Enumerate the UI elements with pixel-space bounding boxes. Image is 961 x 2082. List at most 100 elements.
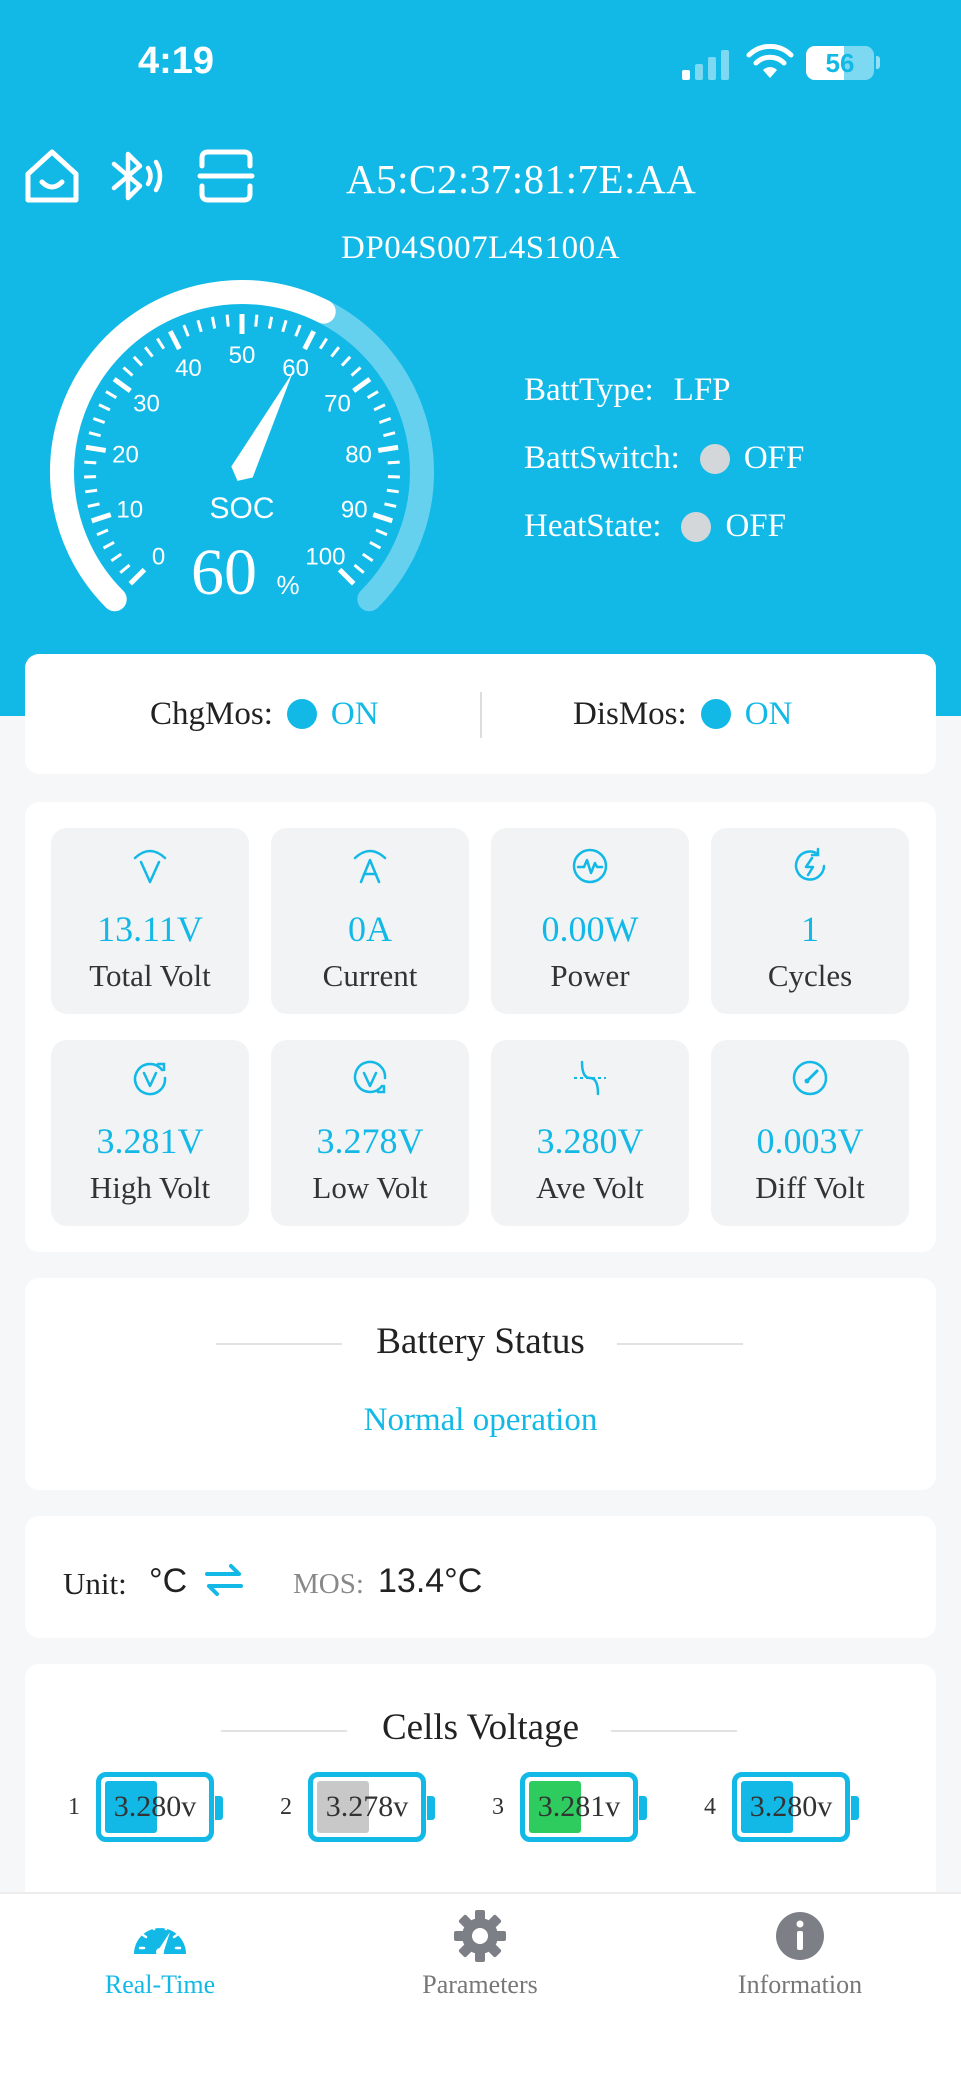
scan-icon[interactable] xyxy=(196,146,256,206)
gauge-tick xyxy=(110,552,123,563)
gauge-tick-label: 60 xyxy=(282,355,309,382)
mos-temp-label: MOS: xyxy=(293,1568,364,1600)
cell-3: 3 3.281v xyxy=(492,1772,692,1844)
metric-value: 0.003V xyxy=(756,1121,864,1161)
temperature-card: Unit: °C MOS: 13.4°C xyxy=(25,1516,936,1638)
gauge-tick-label: 70 xyxy=(324,391,351,418)
diff-volt-icon xyxy=(792,1060,828,1096)
gauge-tick xyxy=(302,330,316,351)
heat-state-indicator xyxy=(681,511,712,542)
device-model: DP04S007L4S100A xyxy=(341,230,620,266)
gauge-tick xyxy=(85,488,98,494)
dis-mos-indicator xyxy=(700,699,731,729)
metrics-card: 13.11V Total Volt 0A Current 0.00W Power… xyxy=(25,802,936,1252)
wifi-icon xyxy=(746,44,794,78)
gauge-tick xyxy=(98,403,111,412)
metric-total-volt: 13.11V Total Volt xyxy=(51,828,249,1014)
gauge-tick xyxy=(105,390,118,399)
gauge-tick xyxy=(96,528,109,537)
metric-label: Ave Volt xyxy=(536,1170,644,1205)
gauge-tick xyxy=(281,319,288,333)
tab-information[interactable]: Information xyxy=(640,1894,960,2014)
cell-4: 4 3.280v xyxy=(704,1772,904,1844)
soc-needle xyxy=(231,372,293,481)
tab-label: Real-Time xyxy=(104,1970,216,1999)
gauge-tick-label: 30 xyxy=(133,391,160,418)
header: 4:19 56 A5:C2:37:81:7E:AA DP04S007L4S100… xyxy=(0,0,961,716)
gauge-tick xyxy=(372,512,394,524)
chg-mos-label: ChgMos: xyxy=(150,695,273,732)
unit-value: °C xyxy=(149,1562,188,1600)
tab-label: Parameters xyxy=(422,1970,538,1999)
home-icon[interactable] xyxy=(22,146,82,206)
metric-value: 3.278V xyxy=(316,1121,424,1161)
gauge-tick xyxy=(182,324,190,337)
gauge-tick-label: 80 xyxy=(345,442,372,469)
cells-voltage-title: Cells Voltage xyxy=(382,1707,579,1748)
metric-value: 3.281V xyxy=(96,1121,204,1161)
cell-index: 3 xyxy=(492,1794,504,1820)
metric-label: Low Volt xyxy=(312,1170,428,1205)
tab-bar: Real-Time Parameters Information xyxy=(0,1892,961,2082)
signal-icon xyxy=(682,48,730,80)
gauge-tick xyxy=(132,355,144,367)
cell-voltage: 3.278v xyxy=(325,1790,409,1823)
mos-temp-value: 13.4°C xyxy=(378,1562,483,1600)
gauge-tick xyxy=(112,377,132,393)
gauge-tick xyxy=(366,390,379,399)
high-volt-icon xyxy=(133,1062,167,1096)
batt-switch-indicator xyxy=(699,443,730,474)
battery-status-title: Battery Status xyxy=(376,1321,585,1362)
batt-type-label: BattType: xyxy=(524,372,654,408)
dis-mos-label: DisMos: xyxy=(573,695,687,732)
tab-parameters[interactable]: Parameters xyxy=(320,1894,640,2014)
power-icon xyxy=(572,848,608,884)
gauge-tick-label: 50 xyxy=(229,342,256,369)
status-time: 4:19 xyxy=(138,40,215,82)
gauge-tick xyxy=(383,431,396,438)
metric-label: Cycles xyxy=(767,958,853,993)
metric-label: Diff Volt xyxy=(755,1170,865,1205)
gauge-tick xyxy=(369,541,382,550)
metric-value: 0.00W xyxy=(541,909,639,949)
tab-real-time[interactable]: Real-Time xyxy=(0,1894,320,2014)
gauge-tick xyxy=(85,444,107,453)
gauge-tick-label: 10 xyxy=(116,496,143,523)
gauge-tick xyxy=(340,355,352,367)
cell-2: 2 3.278v xyxy=(280,1772,480,1844)
cell-voltage: 3.280v xyxy=(749,1790,833,1823)
gauge-tick-label: 0 xyxy=(152,543,165,570)
soc-unit: % xyxy=(276,570,299,600)
gauge-tick xyxy=(168,330,182,351)
heat-state-value: OFF xyxy=(725,508,786,544)
metric-current: 0A Current xyxy=(271,828,469,1014)
bluetooth-icon[interactable] xyxy=(106,146,166,206)
metric-value: 13.11V xyxy=(97,909,203,949)
metric-cycles: 1 Cycles xyxy=(711,828,909,1014)
battery-status-text: Normal operation xyxy=(363,1402,598,1438)
heat-state-row: HeatState: OFF xyxy=(524,508,786,545)
voltage-icon xyxy=(133,849,167,884)
gauge-tick xyxy=(196,319,203,333)
cell-index: 4 xyxy=(704,1794,716,1820)
gear-icon xyxy=(454,1910,506,1962)
swap-icon[interactable] xyxy=(203,1560,245,1600)
gauge-tick xyxy=(387,460,400,465)
gauge-tick xyxy=(350,366,362,377)
dis-mos-value: ON xyxy=(744,695,793,732)
cell-index: 1 xyxy=(68,1794,80,1820)
cell-index: 2 xyxy=(280,1794,292,1820)
metric-value: 1 xyxy=(801,909,819,949)
gauge-tick xyxy=(143,346,154,358)
cells-voltage-card: Cells Voltage 1 3.280v 2 3.278v 3 3.281v… xyxy=(25,1664,936,1924)
heat-state-label: HeatState: xyxy=(524,508,662,544)
batt-switch-row: BattSwitch: OFF xyxy=(524,440,804,477)
gauge-tick xyxy=(254,314,259,327)
gauge-tick xyxy=(375,528,388,537)
batt-type-value: LFP xyxy=(673,372,731,408)
gauge-tick xyxy=(84,460,97,465)
gauge-tick xyxy=(225,314,230,327)
gauge-tick xyxy=(294,324,302,337)
gauge-tick xyxy=(88,431,101,438)
gauge-tick xyxy=(337,567,356,586)
